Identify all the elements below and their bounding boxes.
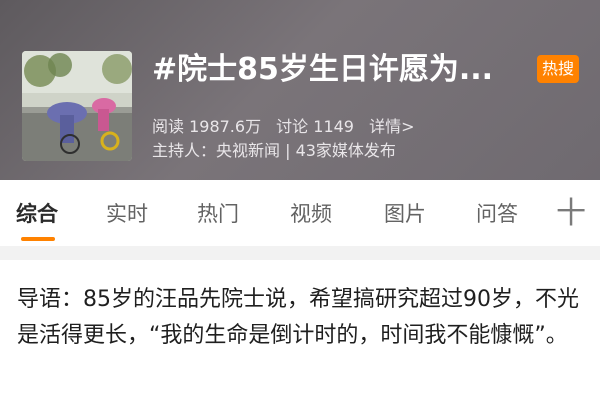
discussion-count: 讨论 1149	[276, 117, 354, 136]
section-divider	[0, 246, 600, 260]
topic-stats: 阅读 1987.6万 讨论 1149 详情>	[152, 116, 425, 138]
active-tab-indicator	[21, 237, 55, 241]
guide-text: 导语：85岁的汪品先院士说，希望搞研究超过90岁，不光是活得更长，“我的生命是倒…	[17, 287, 579, 348]
details-link[interactable]: 详情>	[369, 117, 414, 136]
topic-title[interactable]: #院士85岁生日许愿为...	[152, 50, 517, 90]
topic-host: 主持人：央视新闻 | 43家媒体发布	[152, 141, 396, 160]
tab-hot[interactable]: 热门	[197, 200, 239, 228]
add-tab-icon[interactable]: 十	[556, 196, 586, 232]
tab-bar: 综合 实时 热门 视频 图片 问答	[0, 180, 600, 246]
tab-images[interactable]: 图片	[384, 200, 426, 228]
tab-video[interactable]: 视频	[290, 200, 332, 228]
hot-search-badge: 热搜	[537, 55, 579, 83]
tab-realtime[interactable]: 实时	[106, 200, 148, 228]
topic-header: #院士85岁生日许愿为... 热搜 阅读 1987.6万 讨论 1149 详情>…	[0, 0, 600, 180]
read-count: 阅读 1987.6万	[152, 117, 262, 136]
cover-photo-illustration	[22, 51, 132, 161]
tab-comprehensive[interactable]: 综合	[16, 200, 58, 228]
tab-qa[interactable]: 问答	[476, 200, 518, 228]
topic-cover-image[interactable]	[22, 51, 132, 161]
